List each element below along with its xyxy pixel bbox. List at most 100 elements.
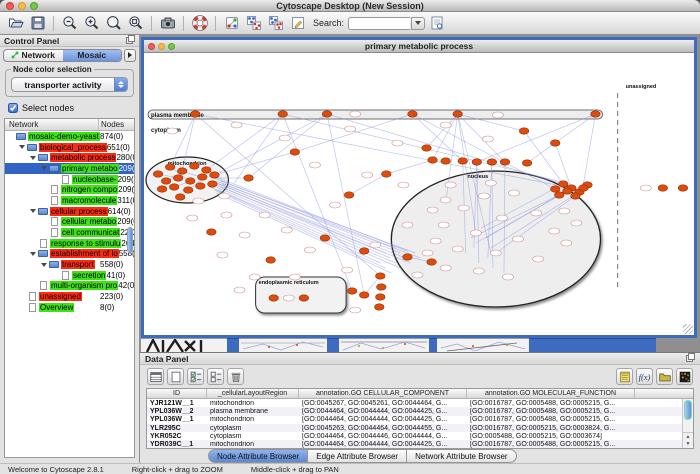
edge[interactable] [412, 114, 462, 161]
gene-node[interactable] [445, 182, 456, 188]
selected-gene-node[interactable] [375, 294, 385, 300]
expander-icon[interactable] [19, 145, 25, 149]
selected-gene-node[interactable] [487, 159, 497, 165]
selected-gene-node[interactable] [403, 254, 413, 260]
gene-node[interactable] [440, 265, 451, 271]
gene-node[interactable] [350, 307, 361, 313]
selected-gene-node[interactable] [322, 111, 332, 117]
gene-node[interactable] [458, 205, 469, 211]
selected-gene-node[interactable] [678, 185, 688, 191]
zoom-in-icon[interactable] [81, 13, 102, 33]
attribute-notes-icon[interactable] [616, 368, 633, 385]
column-id[interactable]: ID [147, 389, 207, 398]
edge[interactable] [283, 114, 352, 291]
network-minimize-button[interactable] [158, 43, 165, 50]
selected-gene-node[interactable] [299, 295, 309, 301]
tree-row[interactable]: primary metabo209(... [5, 163, 134, 174]
background-window-fragment[interactable] [339, 338, 429, 352]
selected-gene-node[interactable] [175, 194, 185, 200]
gene-node[interactable] [422, 250, 433, 256]
formula-icon[interactable]: f(x) [636, 368, 653, 385]
expander-icon[interactable] [30, 156, 36, 160]
selected-gene-node[interactable] [558, 181, 568, 187]
zoom-out-icon[interactable] [59, 13, 80, 33]
layout-blue-icon[interactable] [243, 13, 264, 33]
selected-gene-node[interactable] [189, 163, 199, 169]
selected-gene-node[interactable] [359, 292, 369, 298]
selected-gene-node[interactable] [519, 128, 529, 134]
tree-row[interactable]: response to stimulu264(0) [5, 238, 134, 249]
edge[interactable] [218, 190, 400, 268]
selected-gene-node[interactable] [157, 186, 167, 192]
selected-gene-node[interactable] [658, 185, 668, 191]
gene-node[interactable] [281, 227, 292, 233]
edge[interactable] [477, 114, 596, 162]
gene-node[interactable] [304, 247, 315, 253]
network-window-titlebar[interactable]: primary metabolic process [144, 40, 694, 53]
selected-gene-node[interactable] [153, 171, 163, 177]
background-window-edge[interactable] [327, 338, 339, 352]
search-input[interactable] [348, 17, 410, 30]
background-window-fragment[interactable] [437, 338, 529, 352]
selected-gene-node[interactable] [197, 174, 207, 180]
edge[interactable] [206, 114, 282, 170]
gene-node[interactable] [470, 230, 481, 236]
open-icon[interactable] [5, 13, 26, 33]
gene-node[interactable] [167, 128, 178, 134]
snapshot-icon[interactable] [157, 13, 178, 33]
gene-node[interactable] [496, 215, 507, 221]
table-row[interactable]: YKR052Ccytoplasm[GO:0044464, GO:0044446,… [147, 432, 693, 440]
selected-gene-node[interactable] [571, 193, 581, 199]
gene-node[interactable] [330, 202, 341, 208]
selected-gene-node[interactable] [269, 295, 279, 301]
plasma-membrane-region[interactable] [148, 110, 602, 119]
close-button[interactable] [6, 2, 14, 10]
gene-node[interactable] [249, 274, 260, 280]
scroll-down-icon[interactable]: ▼ [686, 441, 691, 447]
edge[interactable] [220, 181, 415, 253]
gene-node[interactable] [350, 111, 361, 117]
selected-gene-node[interactable] [522, 160, 532, 166]
tree-column-nodes[interactable]: Nodes [99, 120, 134, 129]
selected-gene-node[interactable] [278, 111, 288, 117]
gene-node[interactable] [345, 126, 356, 132]
tree-row[interactable]: cellular metabo209(0) [5, 217, 134, 228]
tree-row[interactable]: mosaic-demo-yeast874(0) [5, 131, 134, 142]
gene-node[interactable] [533, 256, 544, 262]
selected-gene-node[interactable] [550, 140, 560, 146]
gene-node[interactable] [427, 207, 438, 213]
gene-node[interactable] [549, 228, 560, 234]
search-options-icon[interactable] [426, 13, 447, 33]
edge[interactable] [218, 178, 407, 251]
tree-row[interactable]: cell communicat22(0) [5, 227, 134, 238]
table-row[interactable]: YPL036W__2plasma membrane[GO:0044464, GO… [147, 407, 693, 415]
resize-grip[interactable] [683, 324, 693, 334]
selected-gene-node[interactable] [562, 188, 572, 194]
network-view-window[interactable]: primary metabolic process plasma membran… [141, 37, 697, 338]
save-icon[interactable] [27, 13, 48, 33]
tree-row[interactable]: biological_process651(0) [5, 142, 134, 153]
background-window-edge[interactable] [227, 338, 239, 352]
gene-node[interactable] [502, 274, 513, 280]
float-panel-icon[interactable] [686, 353, 695, 364]
delete-attribute-icon[interactable] [227, 368, 244, 385]
selected-gene-node[interactable] [441, 158, 451, 164]
network-zoom-button[interactable] [168, 43, 175, 50]
selected-gene-node[interactable] [185, 178, 195, 184]
minimize-button[interactable] [18, 2, 26, 10]
search-dropdown-icon[interactable] [411, 17, 425, 30]
gene-node[interactable] [398, 182, 409, 188]
background-window-edge[interactable] [429, 338, 437, 352]
gene-node[interactable] [490, 250, 501, 256]
selected-gene-node[interactable] [183, 187, 193, 193]
unselect-attributes-icon[interactable] [207, 368, 224, 385]
gene-node[interactable] [239, 232, 250, 238]
selected-gene-node[interactable] [381, 171, 391, 177]
selected-gene-node[interactable] [591, 111, 601, 117]
gene-node[interactable] [309, 162, 320, 168]
table-scrollbar[interactable]: ▲▼ [682, 399, 693, 448]
gene-node[interactable] [473, 268, 484, 274]
tab-network[interactable]: Network [4, 50, 63, 61]
window-titlebar[interactable]: Cytoscape Desktop (New Session) [0, 0, 700, 12]
gene-node[interactable] [221, 212, 232, 218]
